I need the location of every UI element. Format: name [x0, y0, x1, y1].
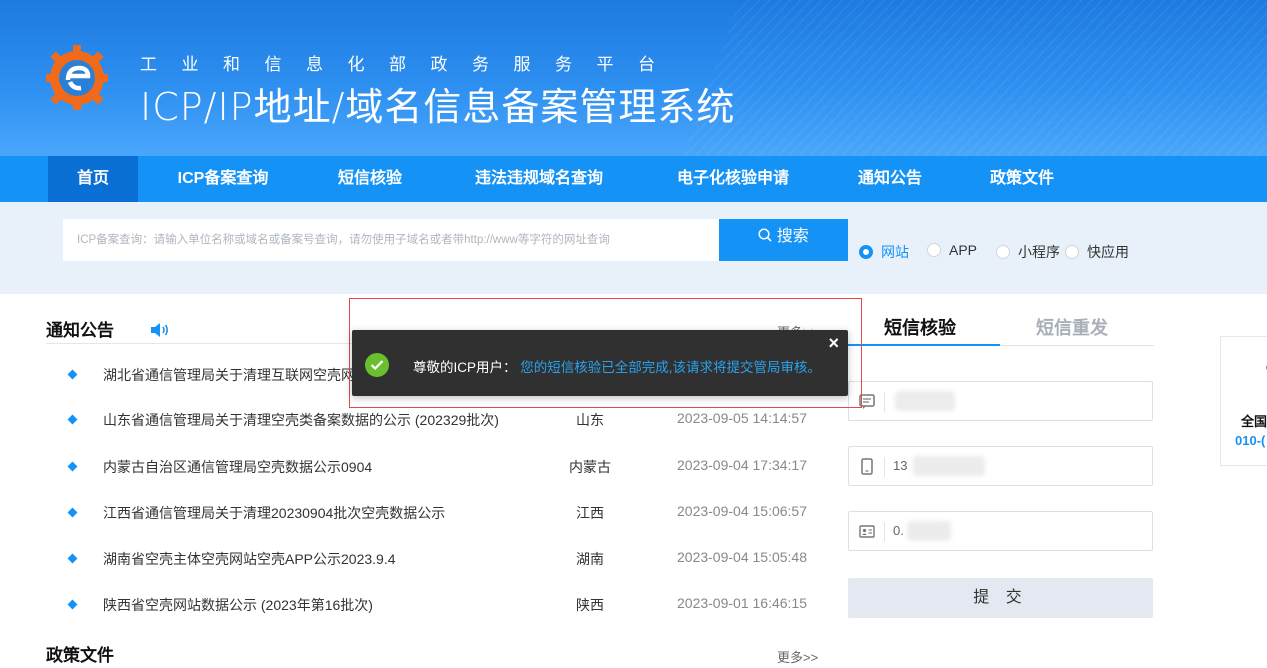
notice-row: 山东省通信管理局关于清理空壳类备案数据的公示 (202329批次) 山东 202…: [0, 410, 840, 430]
miit-logo-icon: [46, 45, 108, 110]
verify-code-field[interactable]: [848, 381, 1153, 421]
radio-label: APP: [949, 242, 978, 258]
banner-decoration: [659, 0, 1267, 156]
notice-title[interactable]: 湖北省通信管理局关于清理互联网空壳网: [103, 365, 355, 385]
notice-date: 2023-09-05 14:14:57: [677, 410, 807, 426]
search-button-label: 搜索: [776, 228, 809, 245]
radio-dot: [859, 245, 873, 259]
notice-date: 2023-09-04 15:06:57: [677, 503, 807, 519]
notice-province: 山东: [576, 412, 604, 428]
main-nav: 首页 ICP备案查询 短信核验 违法违规域名查询 电子化核验申请 通知公告 政策…: [0, 156, 1267, 202]
toast-message: 尊敬的ICP用户： 您的短信核验已全部完成,该请求将提交管局审核。: [413, 356, 821, 376]
redaction-blur: [913, 456, 985, 476]
radio-dot: [927, 243, 941, 257]
radio-website[interactable]: 网站: [859, 242, 909, 262]
header-subtitle: 工业和信息化部政务服务平台: [140, 55, 680, 74]
submit-button[interactable]: 提 交: [848, 578, 1153, 618]
notice-row: 江西省通信管理局关于清理20230904批次空壳数据公示 江西 2023-09-…: [0, 503, 840, 523]
nav-item-notices[interactable]: 通知公告: [844, 156, 936, 202]
header-title: ICP/IP地址/域名信息备案管理系统: [140, 85, 736, 129]
nav-item-policy[interactable]: 政策文件: [976, 156, 1068, 202]
notice-title[interactable]: 山东省通信管理局关于清理空壳类备案数据的公示 (202329批次): [103, 410, 499, 430]
success-check-icon: [365, 353, 389, 377]
notice-row: 陕西省空壳网站数据公示 (2023年第16批次) 陕西 2023-09-01 1…: [0, 595, 840, 615]
notice-title[interactable]: 江西省通信管理局关于清理20230904批次空壳数据公示: [103, 503, 445, 523]
notice-date: 2023-09-04 15:05:48: [677, 549, 807, 565]
hotline-card: 全国 010-(: [1220, 336, 1267, 466]
id-card-icon: [859, 525, 875, 538]
search-input[interactable]: ICP备案查询：请输入单位名称或域名或备案号查询，请勿使用子域名或者带http:…: [63, 219, 719, 261]
notice-province: 江西: [576, 505, 604, 521]
bullet-icon: [67, 461, 78, 472]
hotline-number: 010-(: [1235, 433, 1266, 448]
policy-more-link[interactable]: 更多>>: [777, 647, 818, 666]
notice-title[interactable]: 湖南省空壳主体空壳网站空壳APP公示2023.9.4: [103, 549, 396, 569]
header-banner: 工业和信息化部政务服务平台 ICP/IP地址/域名信息备案管理系统: [0, 0, 1267, 156]
redaction-blur: [907, 521, 951, 541]
bullet-icon: [67, 507, 78, 518]
notice-row: 内蒙古自治区通信管理局空壳数据公示0904 内蒙古 2023-09-04 17:…: [0, 457, 840, 477]
nav-item-home[interactable]: 首页: [48, 156, 138, 202]
notice-province: 湖南: [576, 551, 604, 567]
search-button[interactable]: 搜索: [719, 219, 848, 261]
field-value: 13: [893, 458, 908, 473]
notice-title[interactable]: 陕西省空壳网站数据公示 (2023年第16批次): [103, 595, 373, 615]
active-tab-indicator: [848, 344, 1000, 346]
sms-tabs: 短信核验 短信重发: [848, 314, 1154, 346]
bullet-icon: [67, 599, 78, 610]
radio-label: 网站: [881, 244, 909, 260]
divider: [884, 522, 885, 542]
search-icon: [758, 228, 772, 242]
nav-item-sms-verify[interactable]: 短信核验: [324, 156, 416, 202]
notice-title[interactable]: 内蒙古自治区通信管理局空壳数据公示0904: [103, 457, 372, 477]
tab-sms-resend[interactable]: 短信重发: [1036, 314, 1108, 340]
success-toast: 尊敬的ICP用户： 您的短信核验已全部完成,该请求将提交管局审核。 ×: [352, 330, 848, 396]
notice-province: 内蒙古: [569, 459, 611, 475]
tab-sms-verify[interactable]: 短信核验: [884, 314, 956, 340]
radio-label: 快应用: [1087, 244, 1129, 260]
message-icon: [859, 394, 875, 409]
id-number-field[interactable]: 0.: [848, 511, 1153, 551]
radio-app[interactable]: APP: [927, 242, 977, 258]
radio-dot: [996, 245, 1010, 259]
radio-quick-app[interactable]: 快应用: [1065, 242, 1129, 262]
notice-date: 2023-09-04 17:34:17: [677, 457, 807, 473]
nav-item-e-verify[interactable]: 电子化核验申请: [658, 156, 808, 202]
nav-item-illegal-domain[interactable]: 违法违规域名查询: [454, 156, 624, 202]
notice-province: 陕西: [576, 597, 604, 613]
divider: [884, 392, 885, 412]
toast-lead: 尊敬的ICP用户：: [413, 360, 517, 375]
notices-title: 通知公告: [46, 321, 114, 340]
policy-title: 政策文件: [46, 646, 114, 665]
close-icon[interactable]: ×: [828, 333, 839, 353]
bullet-icon: [67, 414, 78, 425]
speaker-icon: [151, 323, 169, 337]
phone-icon: [861, 458, 873, 475]
notice-row: 湖南省空壳主体空壳网站空壳APP公示2023.9.4 湖南 2023-09-04…: [0, 549, 840, 569]
field-value: 0.: [893, 523, 904, 538]
bullet-icon: [67, 553, 78, 564]
radio-mini-program[interactable]: 小程序: [996, 242, 1060, 262]
notice-date: 2023-09-01 16:46:15: [677, 595, 807, 611]
phone-field[interactable]: 13: [848, 446, 1153, 486]
redaction-blur: [895, 391, 955, 411]
radio-dot: [1065, 245, 1079, 259]
nav-item-icp-query[interactable]: ICP备案查询: [160, 156, 286, 202]
hotline-label: 全国: [1241, 414, 1267, 429]
radio-label: 小程序: [1018, 244, 1060, 260]
divider: [884, 457, 885, 477]
bullet-icon: [67, 369, 78, 380]
toast-body: 您的短信核验已全部完成,该请求将提交管局审核。: [520, 360, 822, 375]
